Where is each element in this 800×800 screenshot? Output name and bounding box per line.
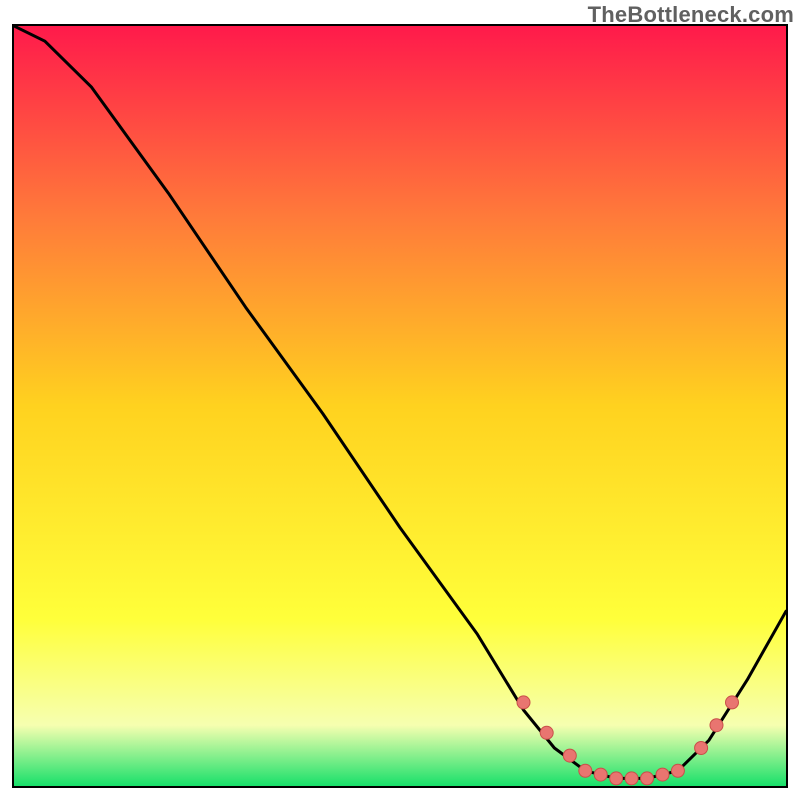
curve-dot <box>594 768 607 781</box>
curve-dot <box>540 726 553 739</box>
curve-dot <box>610 772 623 785</box>
curve-dots-group <box>517 696 739 785</box>
curve-dot <box>695 742 708 755</box>
curve-dot <box>656 768 669 781</box>
curve-dot <box>563 749 576 762</box>
bottleneck-curve-line <box>14 26 786 778</box>
chart-overlay <box>14 26 786 786</box>
curve-dot <box>726 696 739 709</box>
curve-dot <box>517 696 530 709</box>
curve-dot <box>710 719 723 732</box>
watermark-text: TheBottleneck.com <box>588 2 794 28</box>
plot-area <box>12 24 788 788</box>
curve-dot <box>641 772 654 785</box>
chart-stage: TheBottleneck.com <box>0 0 800 800</box>
curve-dot <box>579 764 592 777</box>
curve-dot <box>671 764 684 777</box>
curve-dot <box>625 772 638 785</box>
